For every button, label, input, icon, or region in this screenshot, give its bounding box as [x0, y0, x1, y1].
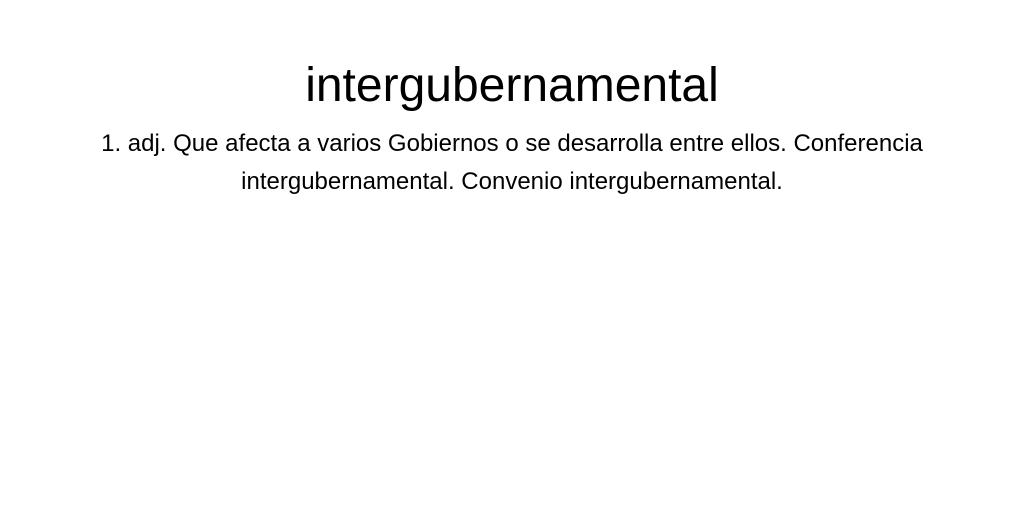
headword: intergubernamental [305, 59, 719, 112]
dictionary-entry: intergubernamental 1. adj. Que afecta a … [0, 0, 1024, 201]
definition-text: 1. adj. Que afecta a varios Gobiernos o … [101, 130, 923, 195]
